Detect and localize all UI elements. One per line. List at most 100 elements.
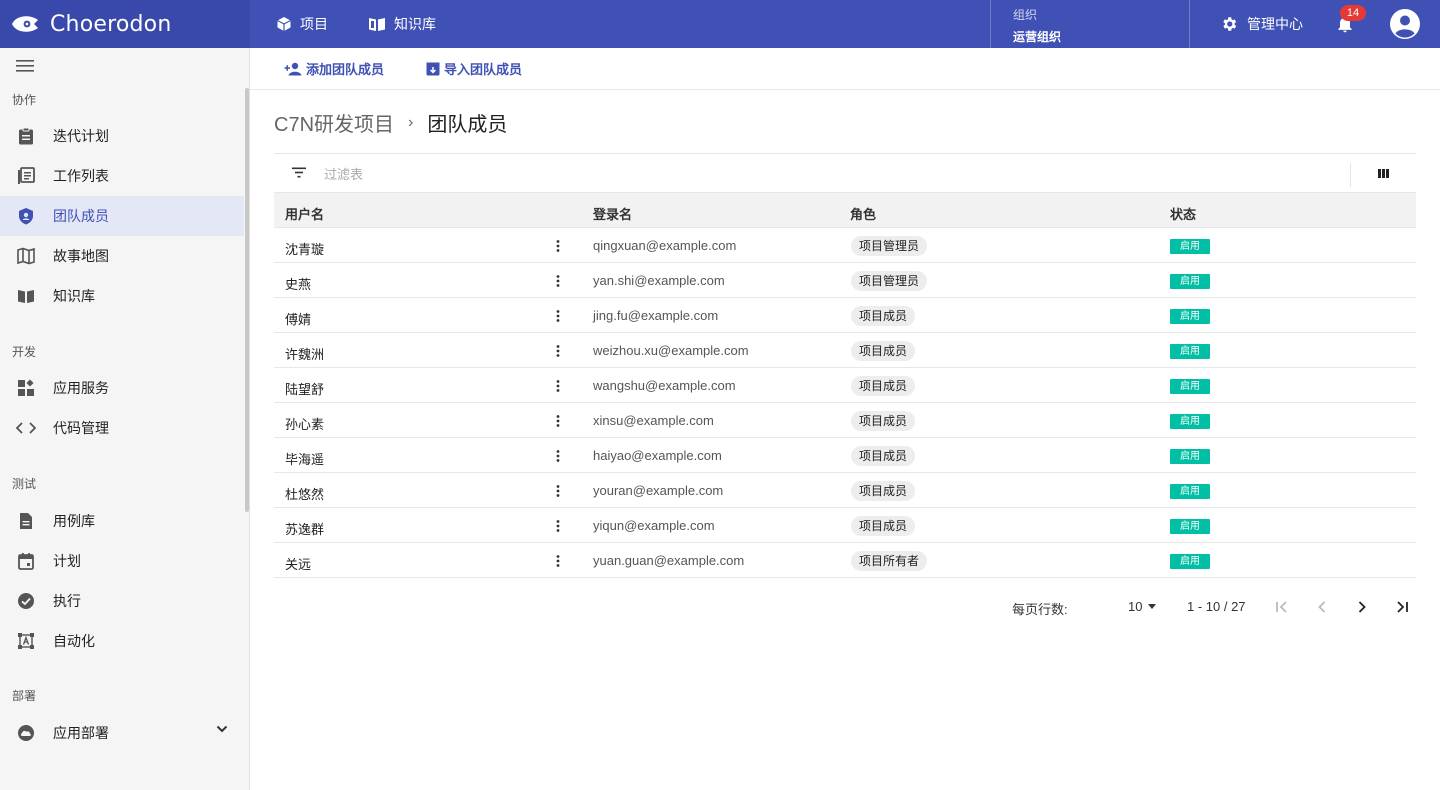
- role-tag: 项目成员: [851, 446, 916, 466]
- add-member-button[interactable]: 添加团队成员: [284, 59, 384, 78]
- group-title-collab: 协作: [12, 93, 37, 107]
- member-name: 史燕: [285, 277, 312, 292]
- more-vertical-icon[interactable]: [554, 449, 562, 463]
- filter-input[interactable]: [324, 163, 824, 185]
- archive-icon: [426, 62, 440, 75]
- table-row[interactable]: 关远 yuan.guan@example.com 项目所有者 启用: [274, 543, 1416, 578]
- sidebar-item-work-list[interactable]: 工作列表: [0, 156, 244, 196]
- column-header-role[interactable]: 角色: [850, 204, 876, 223]
- member-name: 许魏洲: [285, 347, 325, 362]
- more-vertical-icon[interactable]: [554, 239, 562, 253]
- breadcrumb: C7N研发项目 › 团队成员: [274, 108, 507, 137]
- breadcrumb-separator: ›: [408, 113, 414, 131]
- sidebar-item-plan[interactable]: 计划: [0, 541, 244, 581]
- member-login: wangshu@example.com: [593, 378, 736, 393]
- more-vertical-icon[interactable]: [554, 414, 562, 428]
- sidebar-scrollbar[interactable]: [245, 88, 249, 512]
- app-header: Choerodon 项目 知识库 组织 运营组织 管理中心 14: [0, 0, 1440, 48]
- table-row[interactable]: 苏逸群 yiqun@example.com 项目成员 启用: [274, 508, 1416, 543]
- filter-icon[interactable]: [292, 167, 306, 178]
- sidebar-item-label: 代码管理: [53, 420, 109, 436]
- sidebar-item-label: 应用部署: [53, 725, 109, 741]
- chevron-down-icon[interactable]: [216, 725, 228, 733]
- column-settings-icon[interactable]: [1378, 169, 1389, 178]
- member-login: haiyao@example.com: [593, 448, 722, 463]
- member-name: 孙心素: [285, 417, 325, 432]
- top-nav-knowledge[interactable]: 知识库: [368, 14, 436, 34]
- member-name: 杜悠然: [285, 487, 325, 502]
- sidebar-item-sprint-plan[interactable]: 迭代计划: [0, 116, 244, 156]
- import-member-button[interactable]: 导入团队成员: [426, 59, 522, 78]
- table-row[interactable]: 史燕 yan.shi@example.com 项目管理员 启用: [274, 263, 1416, 298]
- list-icon: [16, 166, 36, 186]
- org-switcher[interactable]: 组织 运营组织: [990, 0, 1190, 48]
- page-size-select[interactable]: 10: [1128, 599, 1157, 614]
- member-login: yuan.guan@example.com: [593, 553, 745, 568]
- table-row[interactable]: 傅婧 jing.fu@example.com 项目成员 启用: [274, 298, 1416, 333]
- sidebar-item-knowledge[interactable]: 知识库: [0, 276, 244, 316]
- more-vertical-icon[interactable]: [554, 379, 562, 393]
- prev-page-icon[interactable]: [1314, 599, 1330, 615]
- table-row[interactable]: 杜悠然 youran@example.com 项目成员 启用: [274, 473, 1416, 508]
- add-member-label: 添加团队成员: [306, 62, 385, 77]
- gear-icon: [1223, 17, 1237, 31]
- page-size-value: 10: [1128, 599, 1143, 614]
- next-page-icon[interactable]: [1354, 599, 1370, 615]
- divider: [1350, 163, 1351, 187]
- sidebar-item-label: 计划: [53, 553, 81, 569]
- member-name: 毕海遥: [285, 452, 325, 467]
- more-vertical-icon[interactable]: [554, 554, 562, 568]
- group-title-test: 测试: [12, 477, 37, 491]
- more-vertical-icon[interactable]: [554, 274, 562, 288]
- top-nav: 项目 知识库: [276, 0, 476, 48]
- column-header-status[interactable]: 状态: [1170, 204, 1196, 223]
- status-badge: 启用: [1170, 414, 1210, 429]
- status-badge: 启用: [1170, 274, 1210, 289]
- admin-center-button[interactable]: 管理中心: [1220, 0, 1303, 48]
- brand-logo[interactable]: Choerodon: [0, 0, 250, 48]
- member-login: xinsu@example.com: [593, 413, 714, 428]
- org-value: 运营组织: [1013, 30, 1062, 44]
- first-page-icon[interactable]: [1274, 599, 1290, 615]
- sidebar-item-label: 团队成员: [53, 208, 109, 224]
- last-page-icon[interactable]: [1394, 599, 1410, 615]
- menu-toggle-icon[interactable]: [16, 59, 34, 73]
- brand-name: Choerodon: [50, 11, 172, 37]
- top-nav-project-label: 项目: [300, 16, 328, 32]
- member-name: 苏逸群: [285, 522, 325, 537]
- status-badge: 启用: [1170, 344, 1210, 359]
- sidebar-item-app-deploy[interactable]: 应用部署: [0, 713, 244, 753]
- role-tag: 项目成员: [851, 516, 916, 536]
- table-row[interactable]: 许魏洲 weizhou.xu@example.com 项目成员 启用: [274, 333, 1416, 368]
- top-nav-project[interactable]: 项目: [276, 14, 328, 34]
- more-vertical-icon[interactable]: [554, 344, 562, 358]
- sidebar-item-label: 故事地图: [53, 248, 109, 264]
- sidebar-item-app-service[interactable]: 应用服务: [0, 368, 244, 408]
- sidebar-item-case-library[interactable]: 用例库: [0, 501, 244, 541]
- more-vertical-icon[interactable]: [554, 309, 562, 323]
- group-title-deploy: 部署: [12, 689, 37, 703]
- book-icon: [369, 18, 385, 31]
- sidebar-item-team-members[interactable]: 团队成员: [0, 196, 244, 236]
- sidebar-item-story-map[interactable]: 故事地图: [0, 236, 244, 276]
- sidebar-item-label: 自动化: [53, 633, 95, 649]
- table-row[interactable]: 陆望舒 wangshu@example.com 项目成员 启用: [274, 368, 1416, 403]
- table-row[interactable]: 孙心素 xinsu@example.com 项目成员 启用: [274, 403, 1416, 438]
- member-login: youran@example.com: [593, 483, 724, 498]
- org-label: 组织: [1013, 8, 1038, 22]
- sidebar-item-label: 迭代计划: [53, 128, 109, 144]
- column-header-login[interactable]: 登录名: [593, 204, 632, 223]
- more-vertical-icon[interactable]: [554, 519, 562, 533]
- more-vertical-icon[interactable]: [554, 484, 562, 498]
- status-badge: 启用: [1170, 379, 1210, 394]
- column-header-username[interactable]: 用户名: [285, 204, 324, 223]
- table-row[interactable]: 毕海遥 haiyao@example.com 项目成员 启用: [274, 438, 1416, 473]
- automation-icon: [16, 631, 36, 651]
- role-tag: 项目管理员: [851, 271, 928, 291]
- user-avatar-icon[interactable]: [1390, 9, 1420, 39]
- table-row[interactable]: 沈青璇 qingxuan@example.com 项目管理员 启用: [274, 228, 1416, 263]
- book-icon: [16, 286, 36, 306]
- sidebar-item-code-management[interactable]: 代码管理: [0, 408, 244, 448]
- sidebar-item-automation[interactable]: 自动化: [0, 621, 244, 661]
- breadcrumb-project[interactable]: C7N研发项目: [274, 108, 394, 137]
